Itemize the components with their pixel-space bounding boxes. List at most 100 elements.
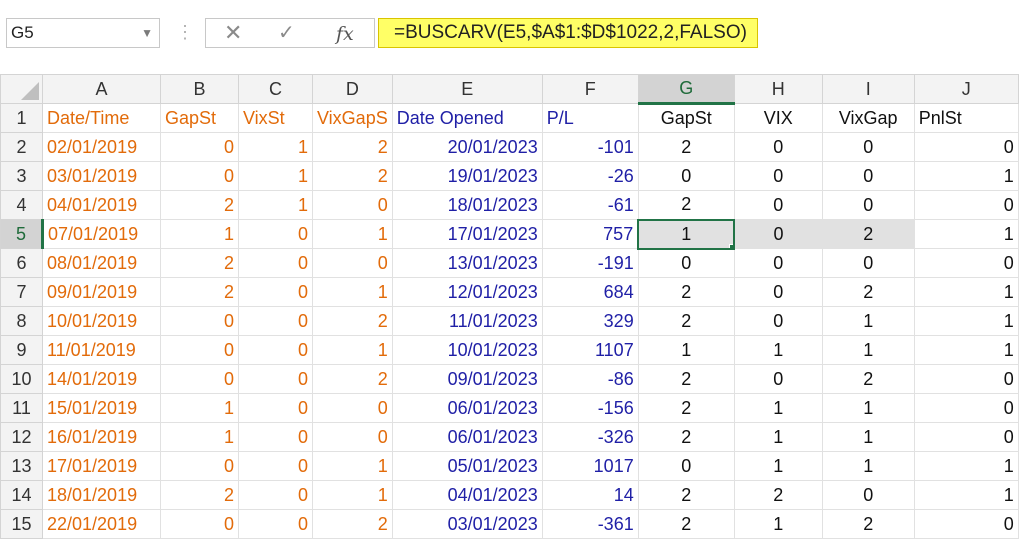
cell[interactable]: 10/01/2019 (42, 306, 161, 336)
cell[interactable]: 15/01/2019 (42, 393, 161, 423)
cell[interactable]: 0 (238, 248, 313, 278)
cell[interactable]: 0 (733, 161, 823, 191)
cell[interactable]: 0 (821, 190, 915, 220)
cell[interactable]: 0 (238, 277, 313, 307)
cell[interactable]: 2 (637, 364, 735, 394)
cell[interactable]: 0 (733, 248, 823, 278)
cell[interactable]: 13/01/2023 (391, 248, 543, 278)
cell[interactable]: 20/01/2023 (391, 132, 543, 162)
cell[interactable]: 0 (238, 393, 313, 423)
row-header[interactable]: 12 (0, 422, 43, 452)
cell[interactable]: 14 (541, 480, 639, 510)
cell[interactable]: 2 (312, 161, 393, 191)
row-header[interactable]: 2 (0, 132, 43, 162)
column-header[interactable]: A (42, 74, 161, 104)
row-header[interactable]: 13 (0, 451, 43, 481)
cell[interactable]: 0 (238, 364, 313, 394)
cell[interactable]: 1 (913, 277, 1019, 307)
cell[interactable]: 1 (733, 393, 823, 423)
cell[interactable]: -191 (541, 248, 639, 278)
cell[interactable]: 0 (913, 364, 1019, 394)
cell[interactable]: -101 (541, 132, 639, 162)
cell[interactable]: 2 (637, 480, 735, 510)
cell[interactable]: 0 (238, 480, 313, 510)
cell[interactable]: 2 (733, 480, 823, 510)
cell[interactable]: 0 (733, 306, 823, 336)
cell[interactable]: 1 (637, 335, 735, 365)
column-header[interactable]: B (160, 74, 239, 104)
close-icon[interactable]: ✕ (224, 20, 242, 46)
column-header[interactable]: H (733, 74, 823, 104)
cell[interactable]: -326 (541, 422, 639, 452)
cell[interactable]: 05/01/2023 (391, 451, 543, 481)
cell[interactable]: 0 (160, 306, 239, 336)
cell[interactable]: 12/01/2023 (391, 277, 543, 307)
cell-header[interactable]: VIX (733, 103, 823, 133)
cell[interactable]: 09/01/2019 (42, 277, 161, 307)
chevron-down-icon[interactable]: ▼ (141, 19, 153, 47)
row-header-selected[interactable]: 5 (0, 219, 44, 249)
cell[interactable]: 0 (821, 161, 915, 191)
cell-header[interactable]: Date Opened (391, 103, 543, 133)
cell[interactable]: 684 (541, 277, 639, 307)
cell[interactable]: 18/01/2023 (391, 190, 543, 220)
cell[interactable]: 0 (821, 248, 915, 278)
cell[interactable]: 1 (913, 219, 1019, 249)
column-header[interactable]: D (312, 74, 393, 104)
cell[interactable]: 11/01/2019 (42, 335, 161, 365)
cell[interactable]: 2 (160, 248, 239, 278)
cell[interactable]: 0 (913, 190, 1019, 220)
formula-input[interactable]: =BUSCARV(E5,$A$1:$D$1022,2,FALSO) (378, 18, 758, 48)
cell[interactable]: 2 (821, 364, 915, 394)
cell[interactable]: 0 (733, 277, 823, 307)
cell[interactable]: 0 (913, 248, 1019, 278)
cell[interactable]: 1 (312, 480, 393, 510)
cell[interactable]: 14/01/2019 (42, 364, 161, 394)
cell[interactable]: 07/01/2019 (42, 219, 161, 249)
active-cell[interactable]: 1 (637, 218, 736, 250)
fx-icon[interactable]: fx (336, 21, 354, 47)
cell[interactable]: 1 (733, 335, 823, 365)
cell[interactable]: 08/01/2019 (42, 248, 161, 278)
cell[interactable]: 1 (913, 335, 1019, 365)
cell[interactable]: 2 (312, 132, 393, 162)
cell[interactable]: 2 (637, 277, 735, 307)
cell[interactable]: 1 (913, 451, 1019, 481)
cell[interactable]: 2 (312, 306, 393, 336)
cell[interactable]: -361 (541, 509, 639, 539)
cell[interactable]: 1 (312, 335, 393, 365)
cell[interactable]: 0 (160, 161, 239, 191)
cell[interactable]: 19/01/2023 (391, 161, 543, 191)
cell[interactable]: 0 (913, 132, 1019, 162)
cell[interactable]: 0 (160, 364, 239, 394)
row-header[interactable]: 11 (0, 393, 43, 423)
check-icon[interactable]: ✓ (278, 20, 295, 46)
column-header[interactable]: E (391, 74, 543, 104)
cell-header[interactable]: P/L (541, 103, 639, 133)
cell[interactable]: 17/01/2023 (391, 219, 543, 249)
cell[interactable]: 1 (238, 161, 313, 191)
cell[interactable]: 0 (312, 248, 393, 278)
cell[interactable]: 03/01/2023 (391, 509, 543, 539)
cell[interactable]: 0 (821, 480, 915, 510)
cell[interactable]: 1 (733, 451, 823, 481)
cell[interactable]: 1 (733, 509, 823, 539)
cell[interactable]: 16/01/2019 (42, 422, 161, 452)
cell-header[interactable]: VixSt (238, 103, 313, 133)
cell[interactable]: 03/01/2019 (42, 161, 161, 191)
cell[interactable]: 0 (312, 190, 393, 220)
row-header[interactable]: 15 (0, 509, 43, 539)
row-header[interactable]: 8 (0, 306, 43, 336)
cell[interactable]: 2 (637, 132, 735, 162)
row-header[interactable]: 10 (0, 364, 43, 394)
cell[interactable]: 0 (238, 219, 313, 249)
cell[interactable]: 0 (733, 132, 823, 162)
cell[interactable]: 1 (312, 219, 393, 249)
cell[interactable]: 1107 (541, 335, 639, 365)
cell[interactable]: 2 (637, 509, 735, 539)
cell[interactable]: 0 (733, 219, 823, 249)
cell[interactable]: 0 (312, 393, 393, 423)
cell[interactable]: -86 (541, 364, 639, 394)
cell[interactable]: 0 (238, 451, 313, 481)
cell[interactable]: 2 (637, 393, 735, 423)
